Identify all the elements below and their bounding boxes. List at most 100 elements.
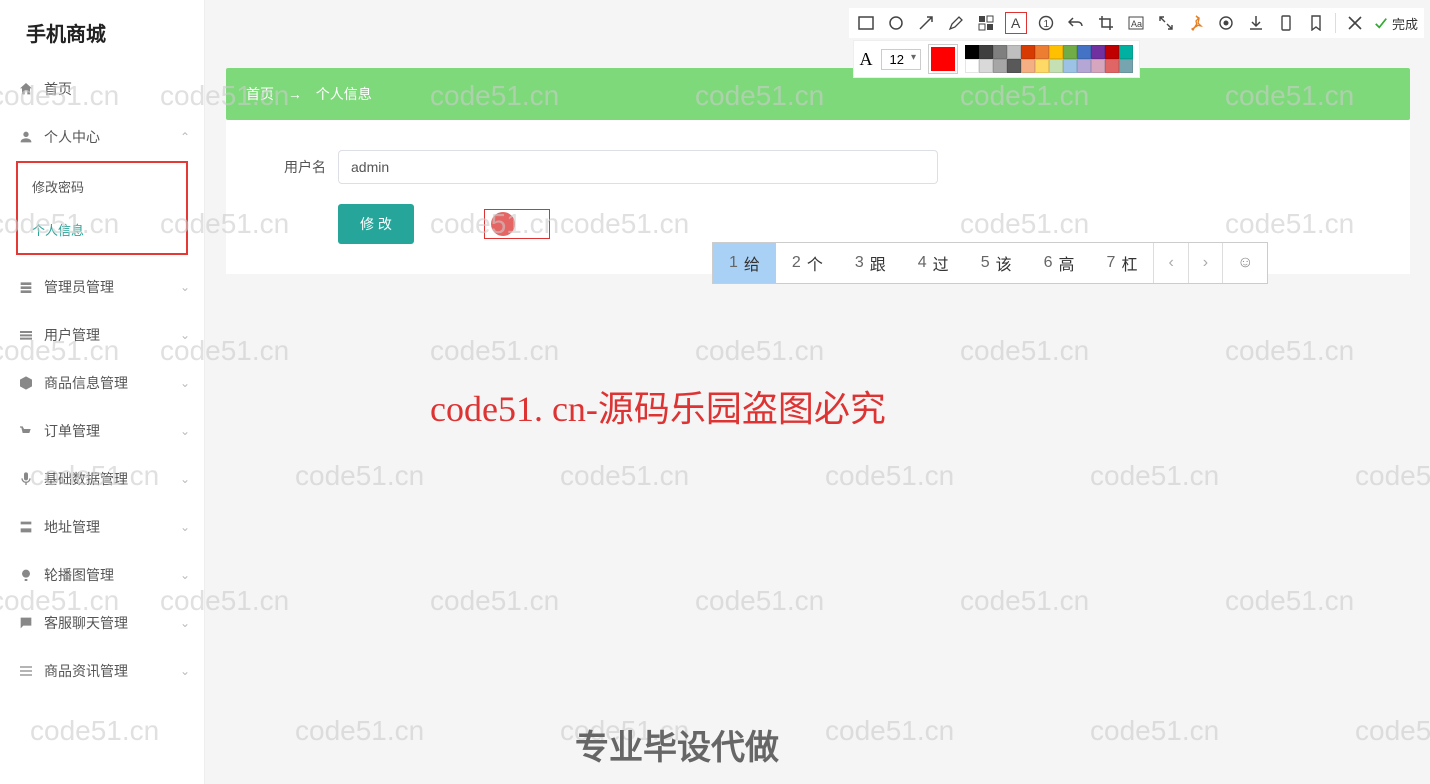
- breadcrumb-current: 个人信息: [316, 86, 372, 102]
- color-swatch[interactable]: [1063, 45, 1077, 59]
- submit-button[interactable]: 修 改: [338, 204, 414, 244]
- close-icon[interactable]: [1344, 12, 1366, 34]
- order-icon: [18, 423, 34, 439]
- color-swatch[interactable]: [1049, 45, 1063, 59]
- color-swatch[interactable]: [979, 45, 993, 59]
- color-swatch[interactable]: [1091, 59, 1105, 73]
- ocr-icon[interactable]: Aa: [1125, 12, 1147, 34]
- ime-prev[interactable]: ‹: [1153, 243, 1187, 283]
- chevron-up-icon: ⌃: [180, 130, 190, 144]
- chevron-down-icon: ⌄: [180, 424, 190, 438]
- app-title: 手机商城: [0, 0, 204, 65]
- color-swatch[interactable]: [1007, 45, 1021, 59]
- watermark: code51.cn: [430, 585, 559, 617]
- watermark-center: code51. cn-源码乐园盗图必究: [430, 380, 886, 432]
- rect-tool-icon[interactable]: [855, 12, 877, 34]
- color-swatch[interactable]: [1119, 59, 1133, 73]
- color-swatch[interactable]: [993, 45, 1007, 59]
- pen-tool-icon[interactable]: [945, 12, 967, 34]
- color-swatch[interactable]: [965, 45, 979, 59]
- breadcrumb-arrow: →: [288, 86, 302, 102]
- color-swatch[interactable]: [1077, 45, 1091, 59]
- sidebar-item-users[interactable]: 用户管理 ⌄: [0, 311, 204, 359]
- font-icon: A: [860, 49, 873, 70]
- finish-button[interactable]: 完成: [1374, 14, 1418, 33]
- watermark: code51.cn: [1225, 335, 1354, 367]
- sidebar-item-profile[interactable]: 个人中心 ⌃: [0, 113, 204, 161]
- bookmark-icon[interactable]: [1305, 12, 1327, 34]
- mosaic-tool-icon[interactable]: [975, 12, 997, 34]
- circle-tool-icon[interactable]: [885, 12, 907, 34]
- home-icon: [18, 81, 34, 97]
- device-icon[interactable]: [1275, 12, 1297, 34]
- color-swatch[interactable]: [1105, 45, 1119, 59]
- user-icon: [18, 129, 34, 145]
- color-swatch[interactable]: [1007, 59, 1021, 73]
- watermark: code51.cn: [560, 715, 689, 747]
- sidebar-item-orders[interactable]: 订单管理 ⌄: [0, 407, 204, 455]
- font-size-select[interactable]: 12: [881, 49, 921, 70]
- watermark: code51.cn: [1225, 585, 1354, 617]
- sidebar-label: 管理员管理: [44, 277, 114, 297]
- ime-candidate-3[interactable]: 3跟: [839, 243, 902, 283]
- color-swatch[interactable]: [1077, 59, 1091, 73]
- profile-submenu: 修改密码 个人信息: [16, 161, 188, 255]
- color-swatch[interactable]: [965, 59, 979, 73]
- color-swatch[interactable]: [1021, 45, 1035, 59]
- sidebar-item-basedata[interactable]: 基础数据管理 ⌄: [0, 455, 204, 503]
- ime-candidate-7[interactable]: 7杠: [1091, 243, 1154, 283]
- color-swatch[interactable]: [1049, 59, 1063, 73]
- sidebar-label: 个人中心: [44, 127, 100, 147]
- watermark: code51.cn: [1090, 460, 1219, 492]
- record-icon[interactable]: [1215, 12, 1237, 34]
- ime-emoji[interactable]: ☺: [1222, 243, 1267, 283]
- sidebar-item-address[interactable]: 地址管理 ⌄: [0, 503, 204, 551]
- watermark: code51.cn: [295, 715, 424, 747]
- bulb-icon: [18, 567, 34, 583]
- sidebar-label: 订单管理: [44, 421, 100, 441]
- chevron-down-icon: ⌄: [180, 568, 190, 582]
- address-icon: [18, 519, 34, 535]
- color-swatch[interactable]: [1105, 59, 1119, 73]
- arrow-tool-icon[interactable]: [915, 12, 937, 34]
- ime-candidate-2[interactable]: 2个: [776, 243, 839, 283]
- pin-icon[interactable]: [1185, 12, 1207, 34]
- sidebar-item-home[interactable]: 首页: [0, 65, 204, 113]
- watermark: code51.cn: [960, 585, 1089, 617]
- ime-composition-box[interactable]: [484, 209, 550, 239]
- ime-candidate-4[interactable]: 4过: [902, 243, 965, 283]
- text-tool-icon[interactable]: A: [1005, 12, 1027, 34]
- breadcrumb-home[interactable]: 首页: [246, 86, 274, 102]
- chat-icon: [18, 615, 34, 631]
- color-swatch[interactable]: [979, 59, 993, 73]
- sidebar-item-admin[interactable]: 管理员管理 ⌄: [0, 263, 204, 311]
- sidebar-item-chat[interactable]: 客服聊天管理 ⌄: [0, 599, 204, 647]
- ime-next[interactable]: ›: [1188, 243, 1222, 283]
- crop-icon[interactable]: [1095, 12, 1117, 34]
- ime-candidate-1[interactable]: 1给: [713, 243, 776, 283]
- annotation-toolbar: A 1 Aa 完成: [849, 8, 1424, 38]
- color-swatch[interactable]: [1063, 59, 1077, 73]
- color-swatch[interactable]: [1035, 59, 1049, 73]
- sidebar-subitem-personal[interactable]: 个人信息: [18, 208, 186, 251]
- chevron-down-icon: ⌄: [180, 664, 190, 678]
- color-swatch[interactable]: [1021, 59, 1035, 73]
- ime-candidate-bar: 1给 2个 3跟 4过 5该 6高 7杠 ‹ › ☺: [712, 242, 1268, 284]
- sidebar-label: 地址管理: [44, 517, 100, 537]
- undo-icon[interactable]: [1065, 12, 1087, 34]
- sidebar-item-products[interactable]: 商品信息管理 ⌄: [0, 359, 204, 407]
- counter-tool-icon[interactable]: 1: [1035, 12, 1057, 34]
- sidebar-subitem-password[interactable]: 修改密码: [18, 165, 186, 208]
- download-icon[interactable]: [1245, 12, 1267, 34]
- expand-icon[interactable]: [1155, 12, 1177, 34]
- current-color-swatch[interactable]: [929, 45, 957, 73]
- color-swatch[interactable]: [1091, 45, 1105, 59]
- ime-candidate-5[interactable]: 5该: [965, 243, 1028, 283]
- sidebar-item-news[interactable]: 商品资讯管理 ⌄: [0, 647, 204, 695]
- color-swatch[interactable]: [993, 59, 1007, 73]
- sidebar-item-carousel[interactable]: 轮播图管理 ⌄: [0, 551, 204, 599]
- color-swatch[interactable]: [1035, 45, 1049, 59]
- color-swatch[interactable]: [1119, 45, 1133, 59]
- ime-candidate-6[interactable]: 6高: [1028, 243, 1091, 283]
- username-input[interactable]: [338, 150, 938, 184]
